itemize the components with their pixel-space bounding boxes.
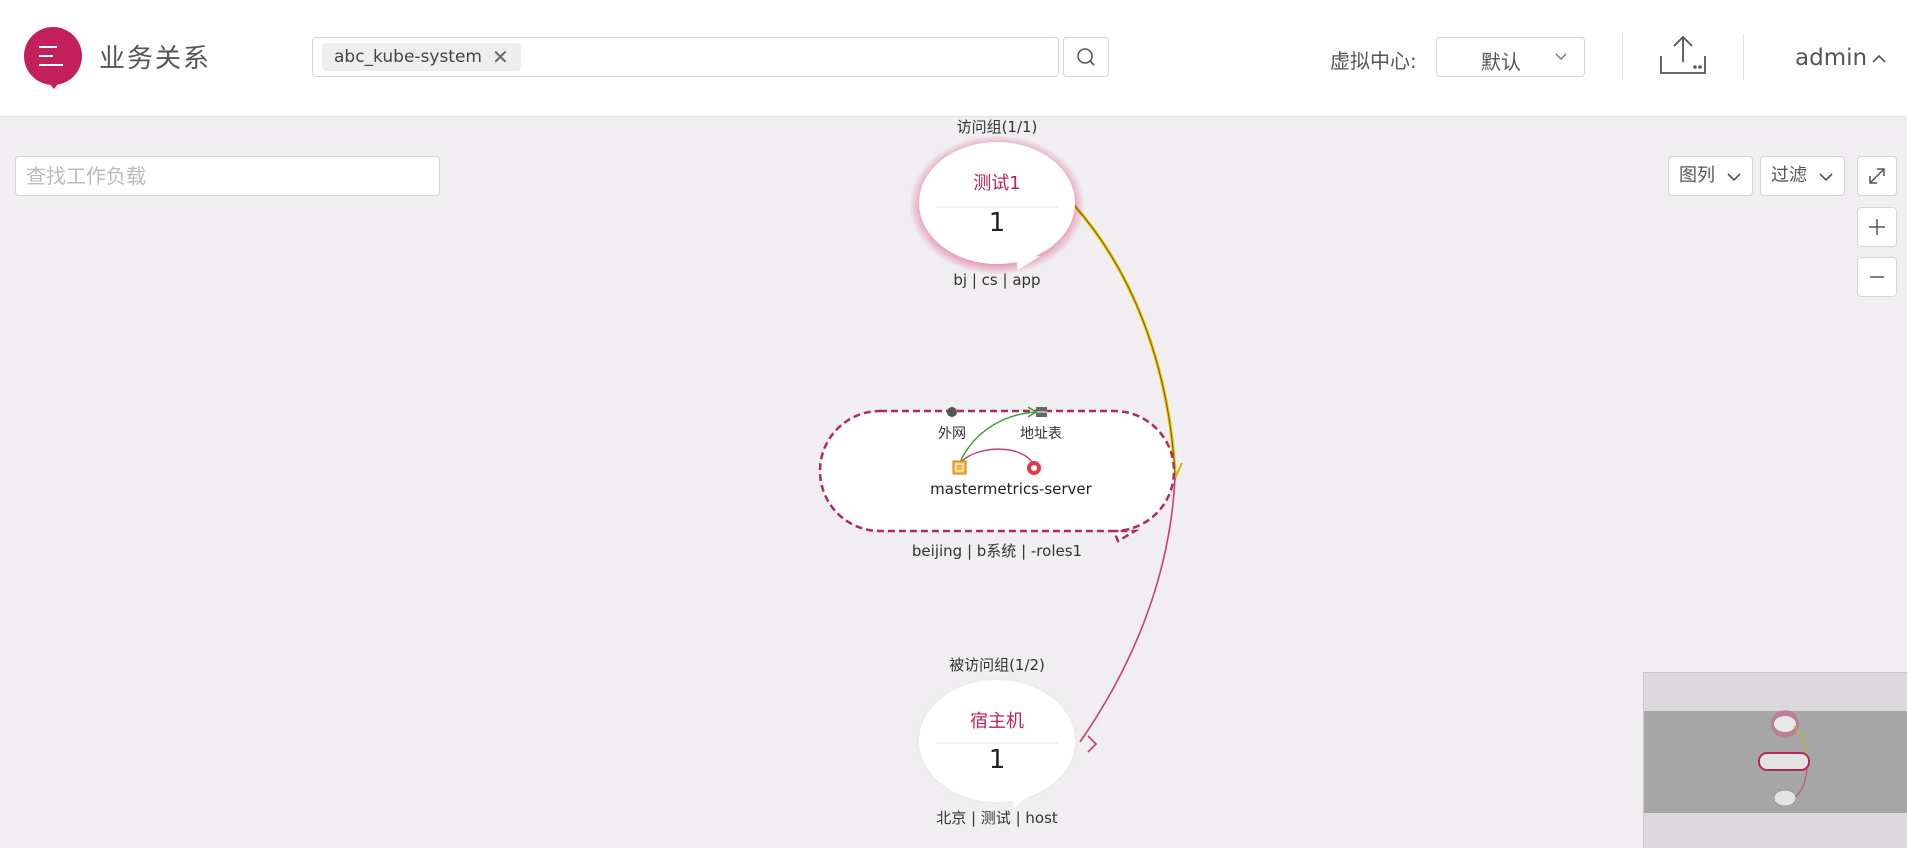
edge-pink-arrow — [1087, 735, 1098, 753]
middle-group-tags: beijing | b系统 | -roles1 — [912, 542, 1082, 560]
cloud-icon[interactable] — [947, 407, 957, 417]
bottom-group-tags: 北京 | 测试 | host — [936, 809, 1058, 827]
address-table-label: 地址表 — [1020, 426, 1062, 442]
minimap[interactable] — [1643, 672, 1907, 848]
top-group-count: 1 — [989, 208, 1006, 238]
workload-name: mastermetrics-server — [930, 480, 1092, 498]
target-icon[interactable] — [1027, 461, 1041, 475]
top-group-node[interactable]: 访问组(1/1) 测试1 1 bj | cs | app — [909, 118, 1085, 289]
bottom-group-node[interactable]: 被访问组(1/2) 宿主机 1 北京 | 测试 | host — [917, 656, 1077, 827]
external-network-label: 外网 — [938, 426, 966, 442]
minimap-graph — [1758, 710, 1810, 807]
middle-group-node[interactable]: 外网 地址表 mastermetrics-server beijing | b系… — [818, 406, 1176, 560]
top-group-tags: bj | cs | app — [953, 271, 1040, 289]
middle-group-shape — [818, 409, 1176, 543]
top-group-title: 访问组(1/1) — [957, 118, 1038, 136]
table-icon[interactable] — [1036, 407, 1047, 417]
bottom-group-title: 被访问组(1/2) — [949, 656, 1045, 674]
relation-graph[interactable]: 访问组(1/1) 测试1 1 bj | cs | app 外网 地址表 mast… — [0, 0, 1907, 847]
bottom-group-name: 宿主机 — [970, 711, 1024, 732]
bottom-group-count: 1 — [989, 745, 1006, 775]
workload-icon[interactable] — [952, 460, 967, 475]
top-group-name: 测试1 — [973, 173, 1020, 194]
